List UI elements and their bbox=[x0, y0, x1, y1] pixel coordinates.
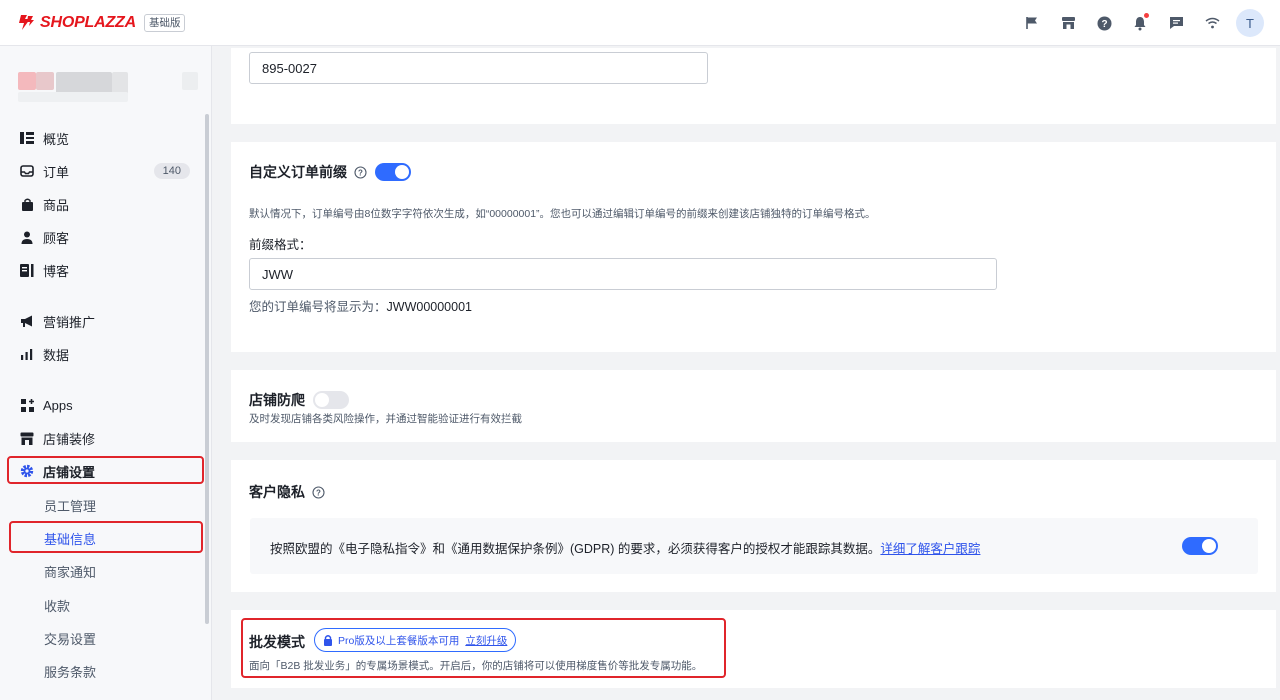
privacy-title-text: 客户隐私 bbox=[249, 484, 305, 500]
sidebar-item-label: 商品 bbox=[43, 197, 70, 213]
sidebar-item-overview[interactable]: 概览 bbox=[0, 125, 212, 151]
sidebar-subitem-staff[interactable]: 员工管理 bbox=[0, 492, 212, 518]
sidebar-item-analytics[interactable]: 数据 bbox=[0, 341, 212, 367]
highlight-box-basic-info bbox=[9, 521, 203, 553]
sidebar-item-label: 订单 bbox=[43, 164, 70, 180]
sidebar-subitem-label: 商家通知 bbox=[44, 564, 97, 580]
anti-crawl-description: 及时发现店铺各类风险操作，并通过智能验证进行有效拦截 bbox=[249, 413, 522, 425]
order-prefix-title: 自定义订单前缀 ? bbox=[249, 162, 411, 182]
bell-icon[interactable] bbox=[1132, 13, 1149, 31]
orders-count-badge: 140 bbox=[153, 163, 190, 179]
sidebar-subitem-label: 交易设置 bbox=[44, 631, 97, 647]
sidebar-subitem-label: 员工管理 bbox=[44, 498, 97, 514]
privacy-title: 客户隐私 ? bbox=[249, 482, 325, 502]
blog-icon bbox=[20, 263, 34, 277]
toggle-knob bbox=[395, 165, 409, 179]
order-number-preview-value: JWW00000001 bbox=[386, 300, 472, 314]
sidebar-item-blog[interactable]: 博客 bbox=[0, 257, 212, 283]
toggle-knob bbox=[1202, 539, 1216, 553]
overview-icon bbox=[20, 131, 34, 145]
sidebar-subitem-policies[interactable]: 服务条款 bbox=[0, 658, 212, 684]
prefix-format-label: 前缀格式： bbox=[249, 238, 312, 252]
sidebar-item-products[interactable]: 商品 bbox=[0, 191, 212, 217]
svg-text:?: ? bbox=[1101, 19, 1107, 30]
prefix-format-value: JWW bbox=[262, 266, 294, 282]
store-name-blurred[interactable] bbox=[18, 72, 198, 102]
anti-crawl-card bbox=[231, 370, 1276, 442]
anti-crawl-toggle[interactable] bbox=[313, 391, 349, 409]
flag-icon[interactable] bbox=[1024, 15, 1040, 31]
help-circle-icon[interactable]: ? bbox=[354, 165, 367, 179]
phone-postal-value: 895-0027 bbox=[262, 60, 317, 76]
wifi-icon[interactable] bbox=[1204, 15, 1220, 31]
megaphone-icon bbox=[20, 314, 34, 328]
sidebar-item-customers[interactable]: 顾客 bbox=[0, 224, 212, 250]
sidebar-item-label: 数据 bbox=[43, 347, 70, 363]
sidebar-item-label: 营销推广 bbox=[43, 314, 96, 330]
toggle-knob bbox=[315, 393, 329, 407]
sidebar-item-label: 店铺装修 bbox=[43, 431, 96, 447]
privacy-notice-text: 按照欧盟的《电子隐私指令》和《通用数据保护条例》(GDPR) 的要求，必须获得客… bbox=[270, 538, 980, 557]
privacy-notice-box: 按照欧盟的《电子隐私指令》和《通用数据保护条例》(GDPR) 的要求，必须获得客… bbox=[250, 518, 1258, 574]
sidebar-subitem-label: 收款 bbox=[44, 598, 71, 614]
order-number-preview-prefix: 您的订单编号将显示为： bbox=[249, 300, 387, 314]
notification-dot bbox=[1144, 13, 1149, 18]
sidebar-item-theme[interactable]: 店铺装修 bbox=[0, 425, 212, 451]
order-prefix-description: 默认情况下，订单编号由8位数字字符依次生成，如“00000001”。您也可以通过… bbox=[249, 208, 876, 220]
sidebar-item-orders[interactable]: 订单 140 bbox=[0, 158, 212, 184]
anti-crawl-title-text: 店铺防爬 bbox=[249, 392, 305, 408]
sidebar-subitem-payments[interactable]: 收款 bbox=[0, 592, 212, 618]
privacy-notice-body: 按照欧盟的《电子隐私指令》和《通用数据保护条例》(GDPR) 的要求，必须获得客… bbox=[270, 542, 881, 556]
sidebar-item-label: 博客 bbox=[43, 263, 70, 279]
shoplazza-logo[interactable]: SHOPLAZZA bbox=[18, 14, 136, 32]
logo-mark-icon bbox=[18, 14, 35, 31]
svg-text:?: ? bbox=[316, 488, 321, 497]
highlight-box-wholesale bbox=[241, 618, 726, 678]
order-number-preview: 您的订单编号将显示为：JWW00000001 bbox=[249, 296, 472, 315]
svg-text:?: ? bbox=[358, 168, 363, 177]
inbox-icon bbox=[20, 164, 34, 178]
bar-chart-icon bbox=[20, 347, 34, 361]
apps-icon bbox=[20, 398, 34, 412]
order-prefix-title-text: 自定义订单前缀 bbox=[249, 164, 347, 180]
sidebar-subitem-notifications[interactable]: 商家通知 bbox=[0, 558, 212, 584]
sidebar-item-apps[interactable]: Apps bbox=[0, 392, 212, 418]
privacy-learn-more-link[interactable]: 详细了解客户跟踪 bbox=[880, 542, 980, 556]
sidebar-item-label: 概览 bbox=[43, 131, 70, 147]
store-icon[interactable] bbox=[1060, 15, 1076, 31]
top-bar: SHOPLAZZA 基础版 ? T bbox=[0, 0, 1280, 46]
sidebar-subitem-label: 服务条款 bbox=[44, 664, 97, 680]
storefront-icon bbox=[20, 431, 34, 445]
phone-postal-input[interactable]: 895-0027 bbox=[249, 52, 708, 84]
anti-crawl-title: 店铺防爬 bbox=[249, 390, 349, 410]
bag-icon bbox=[20, 197, 34, 211]
sidebar-subitem-checkout[interactable]: 交易设置 bbox=[0, 625, 212, 651]
user-icon bbox=[20, 230, 34, 244]
sidebar-item-label: Apps bbox=[43, 397, 73, 413]
user-avatar[interactable]: T bbox=[1236, 9, 1264, 37]
brand-name: SHOPLAZZA bbox=[40, 13, 136, 31]
message-icon[interactable] bbox=[1168, 15, 1184, 31]
sidebar-item-label: 顾客 bbox=[43, 230, 70, 246]
order-prefix-toggle[interactable] bbox=[375, 163, 411, 181]
highlight-box-settings bbox=[7, 456, 204, 484]
prefix-format-input[interactable]: JWW bbox=[249, 258, 997, 290]
sidebar-item-marketing[interactable]: 营销推广 bbox=[0, 308, 212, 334]
privacy-tracking-toggle[interactable] bbox=[1182, 537, 1218, 555]
help-icon[interactable]: ? bbox=[1096, 15, 1112, 31]
plan-badge: 基础版 bbox=[143, 13, 186, 32]
help-circle-icon[interactable]: ? bbox=[312, 485, 325, 499]
